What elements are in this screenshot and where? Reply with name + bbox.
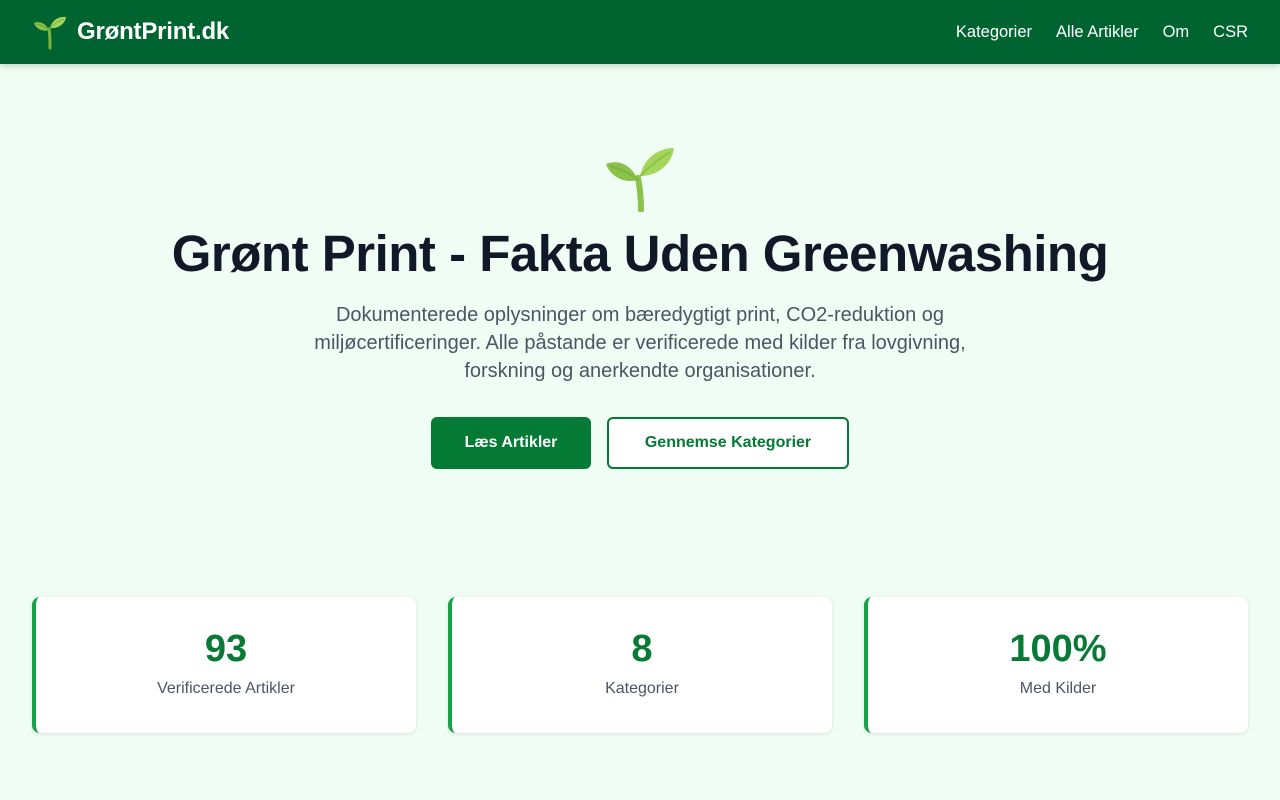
- read-articles-button[interactable]: Læs Artikler: [431, 417, 591, 469]
- stat-label: Med Kilder: [1019, 680, 1097, 697]
- hero-subtitle: Dokumenterede oplysninger om bæredygtigt…: [314, 304, 966, 382]
- brand-name: GrøntPrint.dk: [77, 18, 230, 45]
- stat-card-sources: 100% Med Kilder: [864, 597, 1248, 733]
- seedling-icon: [34, 16, 66, 50]
- hero-title: Grønt Print - Fakta Uden Greenwashing: [171, 225, 1109, 282]
- seedling-icon: [606, 148, 674, 212]
- site-header: GrøntPrint.dk Kategorier Alle Artikler O…: [0, 0, 1280, 64]
- stat-card-categories: 8 Kategorier: [448, 597, 832, 733]
- brand-link[interactable]: GrøntPrint.dk: [32, 14, 229, 50]
- main-nav: Kategorier Alle Artikler Om CSR: [932, 23, 1248, 42]
- stat-value: 93: [204, 628, 248, 670]
- stat-value: 100%: [1009, 628, 1107, 670]
- browse-categories-button[interactable]: Gennemse Kategorier: [607, 417, 849, 469]
- stat-value: 8: [631, 628, 653, 670]
- nav-link-csr[interactable]: CSR: [1213, 23, 1248, 42]
- stat-label: Kategorier: [605, 680, 679, 697]
- nav-link-kategorier[interactable]: Kategorier: [956, 23, 1032, 42]
- nav-link-alle-artikler[interactable]: Alle Artikler: [1056, 23, 1139, 42]
- stat-label: Verificerede Artikler: [157, 680, 295, 697]
- stat-card-articles: 93 Verificerede Artikler: [32, 597, 416, 733]
- nav-link-om[interactable]: Om: [1163, 23, 1190, 42]
